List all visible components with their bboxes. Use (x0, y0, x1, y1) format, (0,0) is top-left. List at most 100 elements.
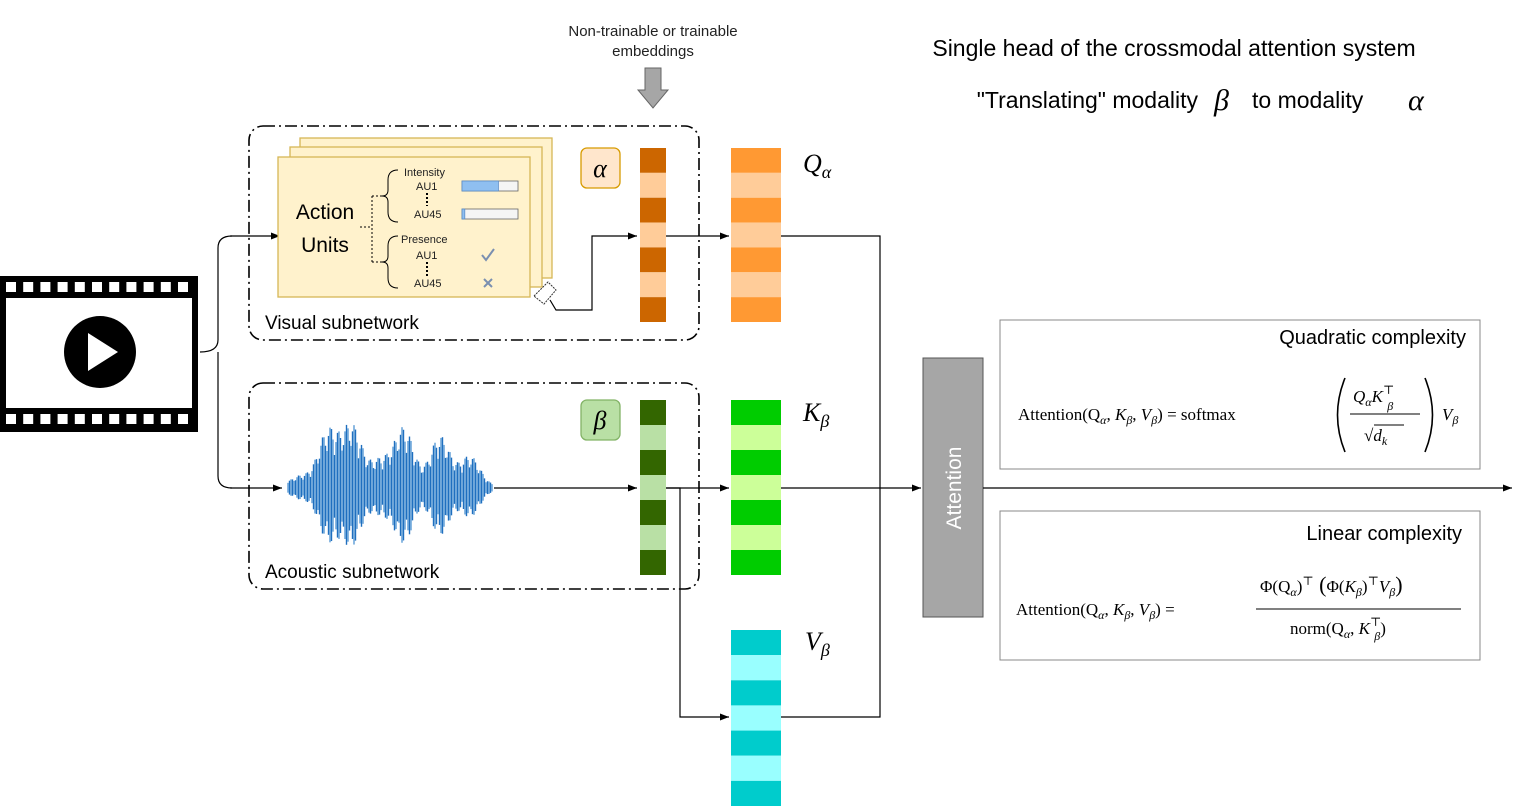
intensity-au45-bar-track (461, 208, 519, 220)
visual-subnetwork-label: Visual subnetwork (265, 313, 419, 334)
embeddings-down-arrow (636, 67, 670, 109)
v-matrix-column (731, 630, 781, 806)
film-hole (143, 282, 154, 292)
matrix-cell (731, 425, 781, 450)
matrix-cell (731, 450, 781, 475)
linear-numerator-text: Φ(Q (1260, 577, 1290, 596)
film-hole (92, 282, 102, 292)
matrix-cell (640, 550, 666, 575)
matrix-cell (731, 525, 781, 550)
quadratic-formula-softmax: softmax (1181, 405, 1236, 424)
alpha-symbol: α (593, 154, 608, 183)
film-hole (23, 282, 34, 292)
film-hole (6, 282, 16, 292)
matrix-cell (731, 148, 781, 173)
title-beta-symbol: β (1213, 84, 1229, 117)
film-hole (109, 414, 120, 424)
matrix-cell (731, 247, 781, 273)
matrix-cell (640, 425, 666, 450)
title-line2-mid: to modality (1252, 87, 1364, 113)
intensity-label: Intensity (404, 167, 445, 179)
k-label-sub: β (819, 411, 829, 431)
action-units-label-line1: Action (296, 201, 354, 224)
acoustic-subnetwork-label: Acoustic subnetwork (265, 562, 440, 583)
q-label-main: Q (803, 149, 822, 178)
video-split-brace (199, 235, 233, 489)
matrix-cell (640, 400, 666, 425)
k-label-main: K (802, 398, 822, 427)
film-hole (74, 414, 85, 424)
presence-au45-label: AU45 (414, 278, 442, 290)
matrix-cell (731, 297, 781, 322)
action-units-label-line2: Units (301, 234, 349, 257)
alpha-embedding-column (640, 148, 666, 322)
matrix-cell (731, 500, 781, 525)
video-input-icon (0, 276, 198, 432)
matrix-cell (731, 172, 781, 198)
k-matrix-column (731, 400, 781, 575)
embeddings-label-line2: embeddings (612, 43, 694, 60)
film-hole (160, 414, 171, 424)
matrix-cell (640, 525, 666, 550)
linear-complexity-title: Linear complexity (1306, 523, 1462, 545)
film-hole (57, 282, 68, 292)
matrix-cell (731, 197, 781, 223)
matrix-cell (640, 172, 666, 198)
beta-embedding-column (640, 400, 666, 575)
diagram-canvas: Single head of the crossmodal attention … (0, 0, 1520, 807)
presence-label: Presence (401, 234, 447, 246)
matrix-cell (731, 630, 781, 656)
title-alpha-symbol: α (1408, 84, 1425, 117)
title-line2-prefix: "Translating" modality (977, 87, 1199, 113)
q-label: Qα (803, 149, 832, 182)
intensity-au1-bar-fill (461, 180, 499, 192)
v-label-sub: β (820, 640, 830, 660)
matrix-cell (731, 730, 781, 756)
film-hole (57, 414, 68, 424)
matrix-cell (640, 148, 666, 173)
film-hole (126, 282, 137, 292)
k-label: Kβ (802, 398, 829, 431)
v-to-attention-line (781, 488, 881, 718)
matrix-cell (640, 222, 666, 248)
matrix-cell (731, 475, 781, 500)
v-label: Vβ (805, 627, 830, 660)
quadratic-formula-lhs-text: Attention(Q (1018, 405, 1100, 424)
film-hole (6, 414, 16, 424)
film-hole (178, 282, 188, 292)
intensity-au45-bar-fill (461, 208, 466, 220)
film-hole (74, 282, 85, 292)
quadratic-complexity-title: Quadratic complexity (1279, 327, 1466, 349)
q-to-attention-line (781, 235, 881, 488)
matrix-cell (731, 400, 781, 425)
matrix-cell (640, 450, 666, 475)
q-label-sub: α (822, 162, 832, 182)
linear-numerator: Φ(Qα)⊤ (Φ(Kβ)⊤Vβ) (1260, 572, 1403, 599)
matrix-cell (731, 755, 781, 781)
linear-formula-lhs-text: Attention(Q (1016, 600, 1098, 619)
film-hole (143, 414, 154, 424)
film-hole (23, 414, 34, 424)
diagram-svg: Single head of the crossmodal attention … (0, 23, 1512, 806)
matrix-cell (640, 247, 666, 273)
q-matrix-column (731, 148, 781, 322)
matrix-cell (731, 780, 781, 806)
matrix-cell (731, 272, 781, 298)
film-hole (92, 414, 102, 424)
film-hole (160, 282, 171, 292)
matrix-cell (731, 222, 781, 248)
film-hole (40, 282, 51, 292)
matrix-cell (640, 297, 666, 322)
visual-to-alpha-connector (549, 232, 637, 311)
film-hole (178, 414, 188, 424)
matrix-cell (640, 500, 666, 525)
linear-denominator-text: norm(Q (1290, 619, 1344, 638)
matrix-cell (731, 655, 781, 681)
title-line1: Single head of the crossmodal attention … (932, 35, 1415, 61)
matrix-cell (640, 197, 666, 223)
matrix-cell (640, 272, 666, 298)
matrix-cell (731, 680, 781, 706)
film-hole (40, 414, 51, 424)
matrix-cell (640, 475, 666, 500)
attention-block-label: Attention (943, 447, 966, 530)
